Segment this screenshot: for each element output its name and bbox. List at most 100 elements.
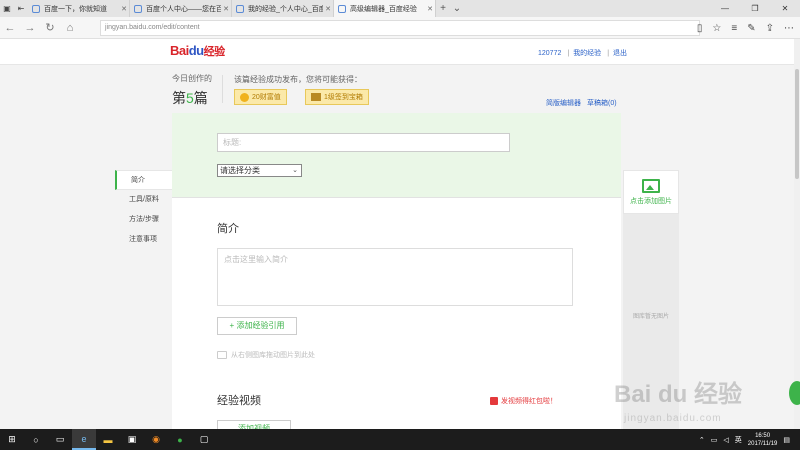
tab-title: 百度个人中心——您在百度! xyxy=(146,5,221,13)
back-icon[interactable]: ← xyxy=(0,22,20,34)
logo-bai: Bai xyxy=(170,43,189,58)
page-favicon-icon xyxy=(32,4,40,13)
editor-links: 简版编辑器 草稿箱(0) xyxy=(546,98,623,108)
page-favicon-icon xyxy=(134,4,142,13)
baidu-jingyan-logo[interactable]: Baidu经验 xyxy=(170,43,225,59)
favorite-star-icon[interactable]: ☆ xyxy=(712,23,721,34)
coin-icon xyxy=(240,92,249,102)
count-number: 5 xyxy=(186,90,194,106)
treasure-reward-badge: 1级签到宝箱 xyxy=(305,89,369,105)
window-controls: — ❐ ✕ xyxy=(710,0,800,17)
close-window-icon[interactable]: ✕ xyxy=(770,0,800,17)
browser-tab[interactable]: 百度一下，你就知道 ✕ xyxy=(28,0,130,17)
drafts-link[interactable]: 草稿箱(0) xyxy=(587,100,617,107)
new-tab-icon[interactable]: + xyxy=(436,0,450,17)
category-select[interactable]: 请选择分类 ⌄ xyxy=(217,164,302,177)
section-nav: 简介 工具/原料 方法/步骤 注意事项 xyxy=(115,170,172,250)
add-image-button[interactable]: 点击添加图片 xyxy=(623,170,679,214)
close-tab-icon[interactable]: ✕ xyxy=(323,5,333,13)
wechat-icon[interactable]: ● xyxy=(168,429,192,450)
browser-tab-active[interactable]: 高级编辑器_百度经验 ✕ xyxy=(334,0,436,17)
windows-start-icon[interactable]: ⊞ xyxy=(0,429,24,450)
browser-tab[interactable]: 百度个人中心——您在百度! ✕ xyxy=(130,0,232,17)
watermark-url: jingyan.baidu.com xyxy=(624,413,722,424)
more-icon[interactable]: ⋯ xyxy=(784,23,794,34)
browser-app-icon[interactable]: ◉ xyxy=(144,429,168,450)
count-prefix: 第 xyxy=(172,90,186,106)
intro-textarea[interactable]: 点击这里输入简介 xyxy=(217,248,573,306)
video-promo-text: 发视频得红包啦！ xyxy=(501,398,557,405)
simple-editor-link[interactable]: 简版编辑器 xyxy=(546,100,581,107)
add-video-button[interactable]: 添加视频 xyxy=(217,420,291,429)
chevron-down-icon[interactable]: ⌄ xyxy=(450,0,464,17)
today-created-label: 今日创作的 xyxy=(172,74,212,83)
nav-item-intro[interactable]: 简介 xyxy=(115,170,172,190)
page-favicon-icon xyxy=(338,4,346,13)
nav-item-notes[interactable]: 注意事项 xyxy=(115,230,172,250)
address-bar-actions: ▯ ☆ ≡ ✎ ⇪ ⋯ xyxy=(697,17,794,39)
refresh-icon[interactable]: ↻ xyxy=(40,21,60,34)
page-content: Baidu经验 120772 | 我的经验 | 退出 今日创作的 第5篇 该篇经验成功发… xyxy=(0,39,800,429)
logo-du: du xyxy=(188,43,204,58)
cortana-icon[interactable]: ○ xyxy=(24,429,48,450)
close-tab-icon[interactable]: ✕ xyxy=(119,5,129,13)
store-icon[interactable]: ▣ xyxy=(120,429,144,450)
add-reference-button[interactable]: + 添加经验引用 xyxy=(217,317,297,335)
page-favicon-icon xyxy=(236,4,244,13)
site-header: Baidu经验 120772 | 我的经验 | 退出 xyxy=(0,39,800,65)
browser-tab[interactable]: 我的经验_个人中心_百度经验 ✕ xyxy=(232,0,334,17)
reading-view-icon[interactable]: ▯ xyxy=(697,23,703,34)
treasure-reward-label: 1级签到宝箱 xyxy=(324,94,363,101)
scrollbar-thumb[interactable] xyxy=(795,69,799,179)
url-input[interactable]: jingyan.baidu.com/edit/content xyxy=(100,20,700,36)
minimize-icon[interactable]: — xyxy=(710,0,740,17)
add-picture-icon xyxy=(642,179,660,193)
article-count: 第5篇 xyxy=(172,88,208,108)
logout-link[interactable]: 退出 xyxy=(613,50,627,57)
nav-item-steps[interactable]: 方法/步骤 xyxy=(115,210,172,230)
show-hidden-icons-icon[interactable]: ⌃ xyxy=(699,436,705,444)
intro-heading: 简介 xyxy=(217,223,239,235)
browser-tab-bar: ▣ ⇤ 百度一下，你就知道 ✕ 百度个人中心——您在百度! ✕ 我的经验_个人中… xyxy=(0,0,800,17)
tab-title: 高级编辑器_百度经验 xyxy=(350,5,417,13)
floating-feedback-button[interactable] xyxy=(789,381,800,405)
input-language[interactable]: 英 xyxy=(735,435,742,445)
volume-icon[interactable]: ◁ xyxy=(723,436,728,444)
reward-title: 该篇经验成功发布，您将可能获得： xyxy=(234,75,362,84)
address-bar: ← → ↻ ⌂ jingyan.baidu.com/edit/content ▯… xyxy=(0,17,800,39)
video-promo[interactable]: 发视频得红包啦！ xyxy=(490,396,557,406)
editor-card: 标题: 请选择分类 ⌄ 简介 点击这里输入简介 + 添加经验引用 从右侧图库拖动… xyxy=(172,113,621,429)
user-bar: 120772 | 我的经验 | 退出 xyxy=(538,50,628,57)
file-explorer-icon[interactable]: ▬ xyxy=(96,429,120,450)
network-icon[interactable]: ▭ xyxy=(711,436,718,444)
notifications-icon[interactable]: ▤ xyxy=(783,436,790,444)
title-section: 标题: 请选择分类 ⌄ xyxy=(172,113,621,198)
task-view-icon[interactable]: ▭ xyxy=(48,429,72,450)
drag-image-tip: 从右侧图库拖动图片到此处 xyxy=(217,350,315,360)
clock-time: 16:50 xyxy=(755,432,771,439)
tab-back-icon[interactable]: ⇤ xyxy=(14,0,28,17)
close-tab-icon[interactable]: ✕ xyxy=(221,5,231,13)
close-tab-icon[interactable]: ✕ xyxy=(425,5,435,13)
forward-icon[interactable]: → xyxy=(20,22,40,34)
home-icon[interactable]: ⌂ xyxy=(60,22,80,34)
share-icon[interactable]: ⇪ xyxy=(766,23,774,34)
divider xyxy=(222,75,223,103)
title-input[interactable]: 标题: xyxy=(217,133,510,152)
wealth-reward-label: 20财富值 xyxy=(252,94,281,101)
tab-title: 我的经验_个人中心_百度经验 xyxy=(248,5,323,13)
my-experience-link[interactable]: 我的经验 xyxy=(573,50,601,57)
treasure-box-icon xyxy=(311,93,321,101)
video-heading: 经验视频 xyxy=(217,395,261,407)
app-icon[interactable]: ▢ xyxy=(192,429,216,450)
user-id-link[interactable]: 120772 xyxy=(538,50,561,57)
favorites-hub-icon[interactable]: ≡ xyxy=(731,23,737,34)
page-scrollbar[interactable] xyxy=(794,39,800,429)
clock[interactable]: 16:50 2017/11/19 xyxy=(748,432,778,448)
maximize-icon[interactable]: ❐ xyxy=(740,0,770,17)
notes-icon[interactable]: ✎ xyxy=(747,23,755,34)
nav-item-tools[interactable]: 工具/原料 xyxy=(115,190,172,210)
tab-manager-icon[interactable]: ▣ xyxy=(0,0,14,17)
chevron-down-icon: ⌄ xyxy=(292,167,298,174)
edge-browser-icon[interactable]: e xyxy=(72,429,96,450)
